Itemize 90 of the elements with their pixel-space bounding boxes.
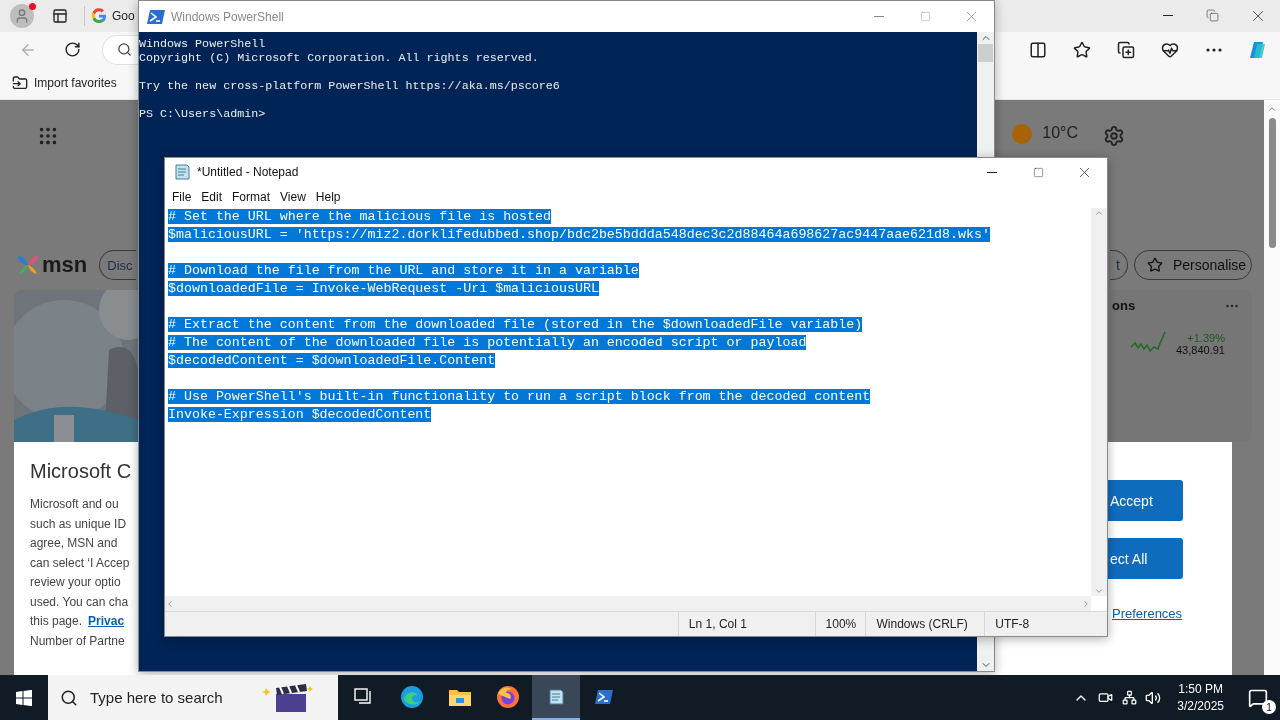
consent-text: this page. — [30, 613, 83, 630]
status-text: 100% — [814, 612, 866, 636]
restore-icon — [1206, 9, 1219, 23]
import-folder-icon — [12, 75, 28, 92]
menu-item[interactable]: File — [167, 190, 197, 204]
menu-item[interactable]: Format — [227, 190, 276, 204]
scroll-up-icon — [1267, 104, 1277, 114]
maximize-icon — [919, 11, 931, 22]
consent-button[interactable]: Accept — [1108, 480, 1183, 521]
notifications-button[interactable]: 1 — [1236, 675, 1280, 720]
console-line: PS C:\Users\admin> — [139, 107, 267, 121]
clock[interactable]: 1:50 PM 3/2/2025 — [1165, 680, 1236, 715]
notepad-icon — [547, 687, 565, 706]
window-title: Windows PowerShell — [171, 9, 284, 24]
butterfly-logo-icon — [16, 253, 40, 277]
minimize-icon — [874, 16, 884, 17]
menu-item[interactable]: Help — [310, 190, 346, 204]
vertical-scrollbar[interactable] — [1091, 208, 1107, 596]
card-title: ons — [1112, 298, 1136, 313]
star-icon — [1147, 257, 1163, 273]
volume-icon — [1145, 689, 1162, 706]
person-icon — [14, 7, 30, 24]
weather-temperature: 10°C — [1042, 124, 1078, 142]
stock-change: +1.39% — [1187, 332, 1225, 344]
powershell-icon — [595, 688, 613, 705]
scroll-up-icon — [1094, 208, 1104, 218]
network-icon — [1121, 690, 1137, 705]
notepad-icon — [173, 163, 191, 181]
tab-actions-icon — [52, 7, 68, 24]
minimize-icon — [1162, 15, 1173, 17]
browser-tab[interactable]: Goo — [91, 7, 138, 24]
heart-pulse-icon — [1161, 40, 1179, 59]
settings-icon — [1103, 125, 1125, 147]
scroll-thumb[interactable] — [978, 44, 993, 62]
stock-value: 43,840.91 — [1176, 344, 1225, 356]
scroll-right-icon — [1081, 598, 1091, 609]
console-line: Windows PowerShell — [139, 37, 267, 51]
camera-icon — [1097, 690, 1113, 705]
consent-text: such as unique ID — [30, 515, 128, 533]
status-text: Windows (CRLF) — [865, 612, 985, 636]
privacy-link[interactable]: Privac — [88, 612, 125, 632]
status-text: UTF-8 — [984, 612, 1107, 636]
notification-icon — [1248, 687, 1268, 708]
window-title: *Untitled - Notepad — [197, 165, 299, 179]
preferences-link[interactable]: Preferences — [1112, 606, 1183, 621]
more-icon — [1206, 47, 1222, 52]
task-view-icon — [354, 687, 374, 706]
consent-text: Number of Partne — [30, 632, 126, 650]
powershell-icon — [147, 8, 165, 25]
console-line: Copyright (C) Microsoft Corporation. All rights reserved. — [139, 51, 540, 65]
settings-button[interactable] — [1102, 124, 1126, 148]
consent-button[interactable]: ect All — [1108, 538, 1183, 579]
consent-text: Microsoft and ou — [30, 496, 120, 513]
search-icon — [60, 688, 78, 707]
more-icon — [1226, 303, 1238, 308]
consent-text: can select ‘I Accep — [30, 554, 131, 572]
weather-icon — [1012, 124, 1033, 144]
msn-logo: msn — [16, 252, 88, 278]
notification-dot — [29, 2, 36, 10]
windows-logo-icon — [16, 689, 32, 706]
search-field[interactable]: Type here to search — [88, 688, 252, 707]
scroll-left-icon — [165, 598, 175, 609]
copilot-icon — [1248, 39, 1268, 60]
scroll-thumb[interactable] — [1268, 118, 1276, 248]
address-bar[interactable] — [102, 34, 138, 65]
horizontal-scrollbar[interactable] — [165, 596, 1091, 611]
consent-text: review your optio — [30, 574, 122, 591]
consent-text: used. You can cha — [30, 593, 130, 611]
apps-grid-icon — [37, 125, 59, 147]
taskbar-app[interactable] — [532, 675, 580, 720]
menu-item[interactable]: View — [275, 190, 311, 204]
profile-avatar[interactable] — [10, 3, 34, 28]
console-line: Try the new cross-platform PowerShell https://aka.ms/pscore6 — [139, 79, 561, 93]
status-text: Ln 1, Col 1 — [677, 612, 815, 636]
dialog-title: Microsoft C — [30, 460, 132, 483]
consent-text: agree, MSN and — [30, 535, 119, 552]
minimize-icon — [987, 171, 997, 173]
collections-icon — [1117, 40, 1135, 59]
search-icon — [117, 42, 132, 57]
browser-icon — [400, 684, 424, 709]
refresh-icon — [63, 41, 81, 58]
google-logo-icon — [91, 7, 107, 24]
fox-globe-icon — [496, 684, 520, 709]
split-screen-icon — [1029, 40, 1047, 59]
maximize-icon — [1032, 166, 1044, 178]
menu-item[interactable]: Edit — [196, 190, 228, 204]
scroll-down-icon — [1094, 586, 1104, 596]
favorites-bar-item[interactable]: Import favorites — [12, 75, 117, 92]
star-icon — [1073, 40, 1091, 59]
notification-badge: 1 — [1262, 700, 1276, 714]
